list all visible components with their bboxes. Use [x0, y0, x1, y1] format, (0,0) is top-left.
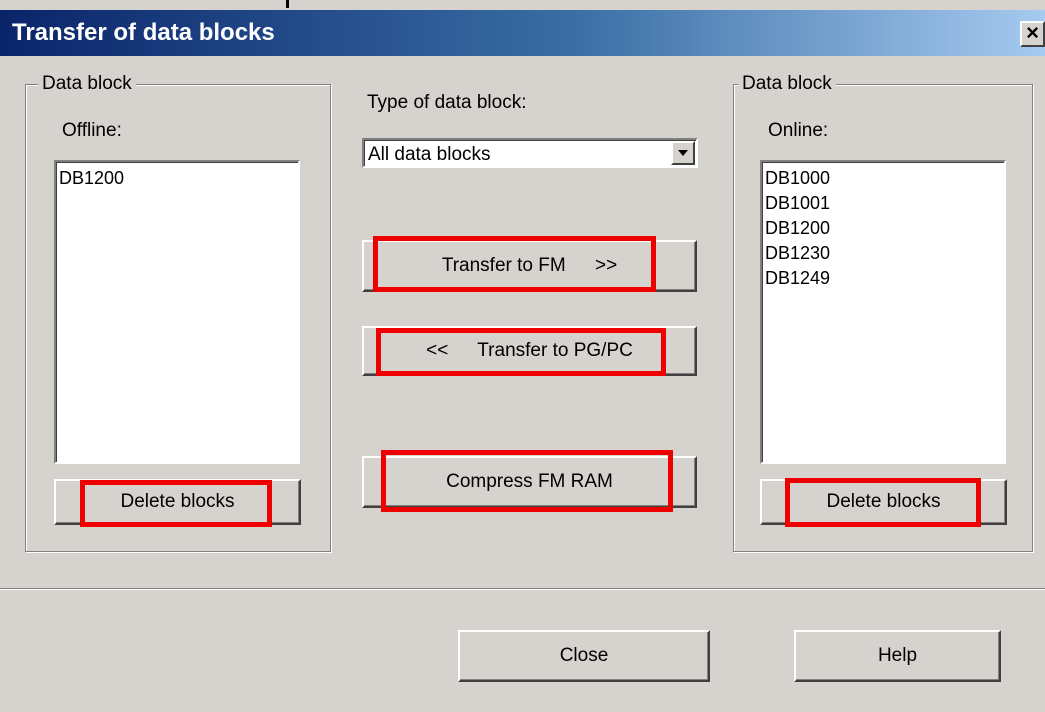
- list-item[interactable]: DB1000: [765, 166, 1001, 191]
- transfer-to-pg-label: Transfer to PG/PC: [477, 340, 633, 361]
- offline-delete-blocks-button[interactable]: Delete blocks: [54, 479, 301, 525]
- list-item[interactable]: DB1200: [765, 216, 1001, 241]
- background-strip: [0, 0, 1045, 10]
- offline-delete-blocks-label: Delete blocks: [120, 491, 235, 512]
- transfer-to-pg-text: << Transfer to PG/PC: [364, 340, 695, 362]
- help-button-label: Help: [877, 645, 918, 666]
- title-bar[interactable]: Transfer of data blocks ×: [0, 10, 1045, 56]
- list-item[interactable]: DB1001: [765, 191, 1001, 216]
- window-title: Transfer of data blocks: [12, 19, 275, 46]
- list-item[interactable]: DB1249: [765, 266, 1001, 291]
- online-block-list[interactable]: DB1000 DB1001 DB1200 DB1230 DB1249: [760, 160, 1006, 464]
- list-item[interactable]: DB1200: [59, 166, 295, 191]
- online-delete-blocks-label: Delete blocks: [826, 491, 941, 512]
- close-button[interactable]: Close: [458, 630, 710, 682]
- transfer-to-pg-button[interactable]: << Transfer to PG/PC: [362, 326, 697, 376]
- transfer-to-fm-label: Transfer to FM: [441, 255, 566, 276]
- offline-block-list[interactable]: DB1200: [54, 160, 300, 464]
- type-of-data-block-label: Type of data block:: [367, 92, 527, 113]
- transfer-to-fm-text: Transfer to FM >>: [364, 255, 695, 277]
- data-block-type-select[interactable]: All data blocks: [362, 138, 698, 168]
- close-icon[interactable]: ×: [1020, 21, 1045, 47]
- footer-separator: [0, 588, 1045, 590]
- online-group-legend: Data block: [738, 73, 836, 95]
- transfer-to-fm-button[interactable]: Transfer to FM >>: [362, 240, 697, 292]
- data-block-type-value: All data blocks: [368, 144, 491, 165]
- list-item[interactable]: DB1230: [765, 241, 1001, 266]
- online-delete-blocks-button[interactable]: Delete blocks: [760, 479, 1007, 525]
- compress-fm-ram-label: Compress FM RAM: [446, 471, 613, 492]
- help-button[interactable]: Help: [794, 630, 1001, 682]
- text-cursor-mark: [286, 0, 289, 8]
- transfer-to-fm-arrows: >>: [594, 255, 618, 276]
- online-label: Online:: [768, 120, 829, 141]
- transfer-to-pg-arrows: <<: [426, 340, 449, 361]
- close-button-label: Close: [559, 645, 609, 666]
- compress-fm-ram-button[interactable]: Compress FM RAM: [362, 456, 697, 508]
- offline-label: Offline:: [62, 120, 122, 141]
- offline-group-legend: Data block: [38, 73, 136, 95]
- chevron-down-icon[interactable]: [671, 141, 695, 165]
